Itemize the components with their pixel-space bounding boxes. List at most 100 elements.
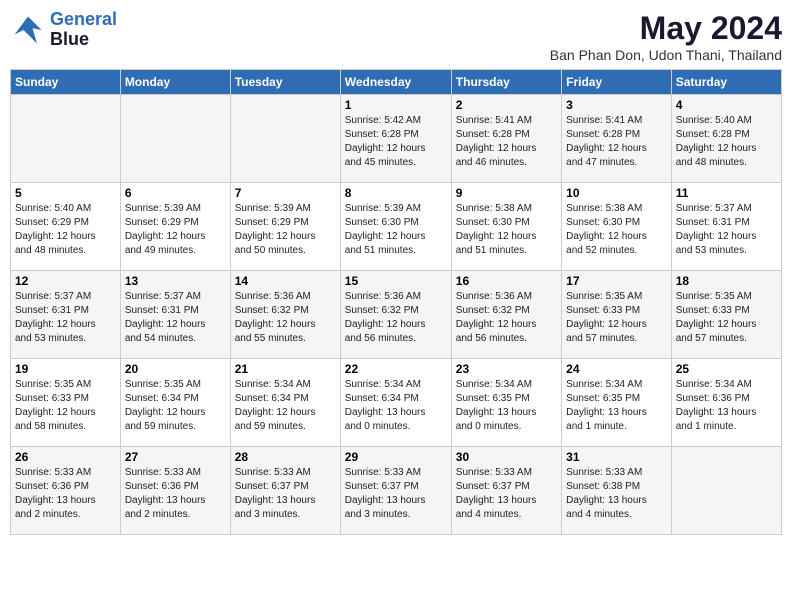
calendar-cell: 25Sunrise: 5:34 AMSunset: 6:36 PMDayligh… [671, 359, 781, 447]
day-number: 16 [456, 274, 557, 288]
calendar-cell: 17 Sunrise: 5:35 AMSunset: 6:33 PMDayligh… [562, 271, 672, 359]
calendar-cell: 7 Sunrise: 5:39 AMSunset: 6:29 PMDaylight… [230, 183, 340, 271]
day-info: Sunrise: 5:33 AMSunset: 6:38 PMDaylight:… [566, 466, 667, 522]
calendar-cell: 24Sunrise: 5:34 AMSunset: 6:35 PMDayligh… [562, 359, 672, 447]
day-number: 22 [345, 362, 447, 376]
calendar-header-row: SundayMondayTuesdayWednesdayThursdayFrid… [11, 70, 782, 95]
day-number: 31 [566, 450, 667, 464]
day-info: Sunrise: 5:39 AMSunset: 6:29 PMDaylight:… [125, 202, 226, 258]
calendar-cell: 31 Sunrise: 5:33 AMSunset: 6:38 PMDayligh… [562, 447, 672, 535]
day-info: Sunrise: 5:35 AMSunset: 6:33 PMDaylight:… [566, 290, 667, 346]
day-info: Sunrise: 5:34 AMSunset: 6:36 PMDaylight:… [676, 378, 777, 434]
calendar-cell: 20 Sunrise: 5:35 AMSunset: 6:34 PMDayligh… [120, 359, 230, 447]
page-header: GeneralBlue May 2024 Ban Phan Don, Udon … [10, 10, 782, 63]
calendar-cell: 29 Sunrise: 5:33 AMSunset: 6:37 PMDayligh… [340, 447, 451, 535]
day-info: Sunrise: 5:42 AMSunset: 6:28 PMDaylight:… [345, 114, 447, 170]
day-number: 5 [15, 186, 116, 200]
calendar-cell: 28 Sunrise: 5:33 AMSunset: 6:37 PMDayligh… [230, 447, 340, 535]
column-header-monday: Monday [120, 70, 230, 95]
day-info: Sunrise: 5:33 AMSunset: 6:36 PMDaylight:… [125, 466, 226, 522]
day-number: 1 [345, 98, 447, 112]
day-info: Sunrise: 5:33 AMSunset: 6:36 PMDaylight:… [15, 466, 116, 522]
calendar-cell [671, 447, 781, 535]
day-number: 7 [235, 186, 336, 200]
day-number: 28 [235, 450, 336, 464]
day-info: Sunrise: 5:33 AMSunset: 6:37 PMDaylight:… [345, 466, 447, 522]
calendar-table: SundayMondayTuesdayWednesdayThursdayFrid… [10, 69, 782, 535]
calendar-cell: 8 Sunrise: 5:39 AMSunset: 6:30 PMDaylight… [340, 183, 451, 271]
calendar-cell [230, 95, 340, 183]
calendar-cell: 13Sunrise: 5:37 AMSunset: 6:31 PMDayligh… [120, 271, 230, 359]
location: Ban Phan Don, Udon Thani, Thailand [550, 47, 782, 63]
day-number: 17 [566, 274, 667, 288]
calendar-week-row: 1 Sunrise: 5:42 AMSunset: 6:28 PMDaylight… [11, 95, 782, 183]
calendar-cell: 1 Sunrise: 5:42 AMSunset: 6:28 PMDaylight… [340, 95, 451, 183]
day-info: Sunrise: 5:37 AMSunset: 6:31 PMDaylight:… [676, 202, 777, 258]
day-number: 21 [235, 362, 336, 376]
column-header-thursday: Thursday [451, 70, 561, 95]
logo-icon [10, 12, 46, 48]
day-info: Sunrise: 5:35 AMSunset: 6:34 PMDaylight:… [125, 378, 226, 434]
calendar-cell: 3 Sunrise: 5:41 AMSunset: 6:28 PMDaylight… [562, 95, 672, 183]
day-info: Sunrise: 5:38 AMSunset: 6:30 PMDaylight:… [456, 202, 557, 258]
day-info: Sunrise: 5:41 AMSunset: 6:28 PMDaylight:… [566, 114, 667, 170]
day-info: Sunrise: 5:33 AMSunset: 6:37 PMDaylight:… [456, 466, 557, 522]
day-info: Sunrise: 5:39 AMSunset: 6:29 PMDaylight:… [235, 202, 336, 258]
day-number: 8 [345, 186, 447, 200]
day-number: 9 [456, 186, 557, 200]
calendar-week-row: 26 Sunrise: 5:33 AMSunset: 6:36 PMDayligh… [11, 447, 782, 535]
day-number: 27 [125, 450, 226, 464]
calendar-cell: 2Sunrise: 5:41 AMSunset: 6:28 PMDaylight… [451, 95, 561, 183]
day-info: Sunrise: 5:38 AMSunset: 6:30 PMDaylight:… [566, 202, 667, 258]
column-header-friday: Friday [562, 70, 672, 95]
calendar-cell: 18 Sunrise: 5:35 AMSunset: 6:33 PMDayligh… [671, 271, 781, 359]
calendar-cell: 23Sunrise: 5:34 AMSunset: 6:35 PMDayligh… [451, 359, 561, 447]
day-info: Sunrise: 5:34 AMSunset: 6:34 PMDaylight:… [235, 378, 336, 434]
day-info: Sunrise: 5:33 AMSunset: 6:37 PMDaylight:… [235, 466, 336, 522]
day-info: Sunrise: 5:36 AMSunset: 6:32 PMDaylight:… [235, 290, 336, 346]
day-number: 29 [345, 450, 447, 464]
day-number: 2 [456, 98, 557, 112]
day-number: 13 [125, 274, 226, 288]
title-block: May 2024 Ban Phan Don, Udon Thani, Thail… [550, 10, 782, 63]
column-header-tuesday: Tuesday [230, 70, 340, 95]
day-info: Sunrise: 5:36 AMSunset: 6:32 PMDaylight:… [345, 290, 447, 346]
day-info: Sunrise: 5:35 AMSunset: 6:33 PMDaylight:… [676, 290, 777, 346]
calendar-cell: 12 Sunrise: 5:37 AMSunset: 6:31 PMDayligh… [11, 271, 121, 359]
day-number: 18 [676, 274, 777, 288]
column-header-saturday: Saturday [671, 70, 781, 95]
calendar-cell: 5 Sunrise: 5:40 AMSunset: 6:29 PMDaylight… [11, 183, 121, 271]
logo-text: GeneralBlue [50, 10, 117, 50]
calendar-cell: 15 Sunrise: 5:36 AMSunset: 6:32 PMDayligh… [340, 271, 451, 359]
calendar-cell: 16Sunrise: 5:36 AMSunset: 6:32 PMDayligh… [451, 271, 561, 359]
day-number: 3 [566, 98, 667, 112]
day-number: 6 [125, 186, 226, 200]
calendar-cell: 19Sunrise: 5:35 AMSunset: 6:33 PMDayligh… [11, 359, 121, 447]
day-info: Sunrise: 5:40 AMSunset: 6:29 PMDaylight:… [15, 202, 116, 258]
calendar-cell: 6 Sunrise: 5:39 AMSunset: 6:29 PMDaylight… [120, 183, 230, 271]
column-header-sunday: Sunday [11, 70, 121, 95]
logo: GeneralBlue [10, 10, 117, 50]
calendar-cell: 21 Sunrise: 5:34 AMSunset: 6:34 PMDayligh… [230, 359, 340, 447]
day-number: 15 [345, 274, 447, 288]
calendar-week-row: 19Sunrise: 5:35 AMSunset: 6:33 PMDayligh… [11, 359, 782, 447]
day-info: Sunrise: 5:37 AMSunset: 6:31 PMDaylight:… [15, 290, 116, 346]
calendar-cell: 22Sunrise: 5:34 AMSunset: 6:34 PMDayligh… [340, 359, 451, 447]
day-number: 12 [15, 274, 116, 288]
day-number: 11 [676, 186, 777, 200]
day-info: Sunrise: 5:40 AMSunset: 6:28 PMDaylight:… [676, 114, 777, 170]
day-number: 10 [566, 186, 667, 200]
day-number: 26 [15, 450, 116, 464]
calendar-cell: 14Sunrise: 5:36 AMSunset: 6:32 PMDayligh… [230, 271, 340, 359]
calendar-cell: 4Sunrise: 5:40 AMSunset: 6:28 PMDaylight… [671, 95, 781, 183]
calendar-cell: 27 Sunrise: 5:33 AMSunset: 6:36 PMDayligh… [120, 447, 230, 535]
day-number: 20 [125, 362, 226, 376]
day-info: Sunrise: 5:34 AMSunset: 6:35 PMDaylight:… [566, 378, 667, 434]
day-info: Sunrise: 5:39 AMSunset: 6:30 PMDaylight:… [345, 202, 447, 258]
column-header-wednesday: Wednesday [340, 70, 451, 95]
day-number: 23 [456, 362, 557, 376]
month-title: May 2024 [550, 10, 782, 47]
calendar-cell: 30Sunrise: 5:33 AMSunset: 6:37 PMDayligh… [451, 447, 561, 535]
calendar-cell: 11 Sunrise: 5:37 AMSunset: 6:31 PMDayligh… [671, 183, 781, 271]
calendar-week-row: 5 Sunrise: 5:40 AMSunset: 6:29 PMDaylight… [11, 183, 782, 271]
